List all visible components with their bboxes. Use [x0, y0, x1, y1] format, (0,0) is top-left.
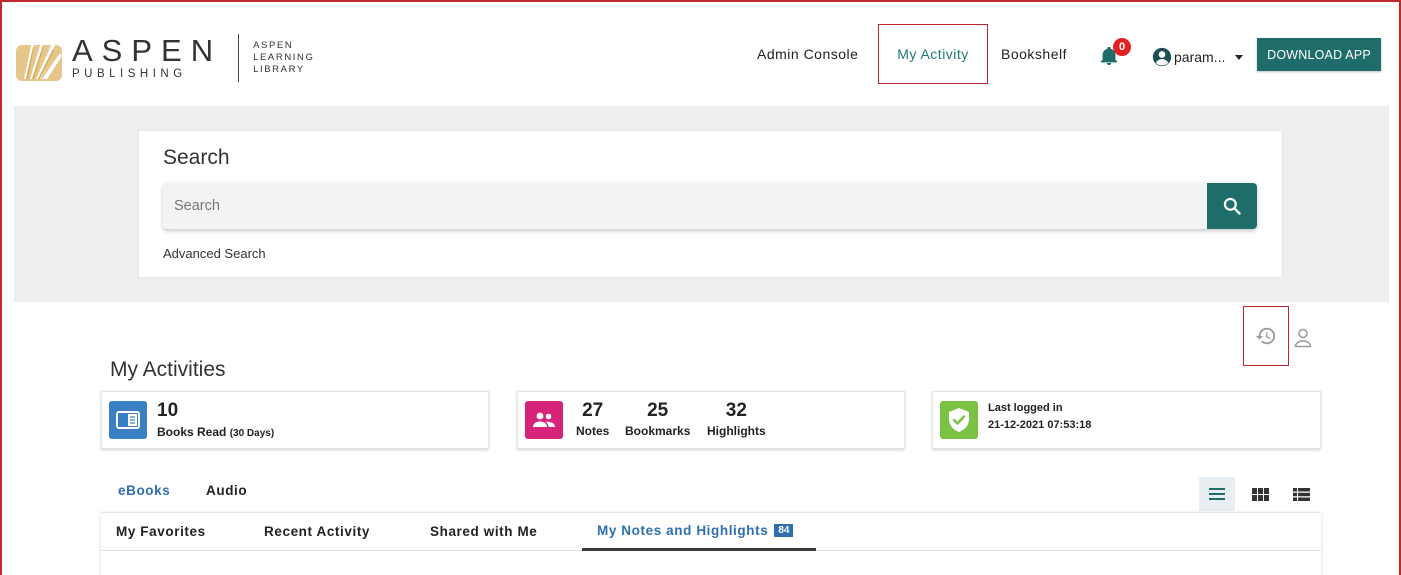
notes-stats-card: 27 Notes 25 Bookmarks 32 Highlights	[517, 391, 905, 449]
search-icon	[1223, 197, 1241, 215]
library-line-2: LEARNING	[253, 52, 315, 63]
highlights-stat: 32 Highlights	[707, 400, 766, 438]
books-read-period: (30 Days)	[229, 428, 275, 439]
subtab-row: My Favorites Recent Activity Shared with…	[101, 513, 1321, 551]
aspen-logo[interactable]: ASPEN PUBLISHING ASPEN LEARNING LIBRARY	[14, 30, 314, 86]
highlights-label: Highlights	[707, 424, 766, 438]
tab-recent-activity[interactable]: Recent Activity	[264, 524, 370, 539]
last-login-card: Last logged in 21-12-2021 07:53:18	[932, 391, 1321, 449]
user-menu[interactable]: param...	[1152, 46, 1244, 68]
advanced-search-link[interactable]: Advanced Search	[163, 246, 266, 261]
logo-divider	[238, 34, 240, 82]
tab-my-favorites[interactable]: My Favorites	[116, 524, 206, 539]
grid-view-icon	[1251, 487, 1269, 501]
notes-count-badge: 84	[774, 524, 794, 537]
books-read-label: Books Read (30 Days)	[157, 425, 274, 439]
user-avatar-icon	[1152, 47, 1172, 67]
tab-shared-with-me[interactable]: Shared with Me	[430, 524, 537, 539]
detail-list-icon	[1292, 487, 1310, 501]
brand-name: ASPEN	[72, 33, 223, 68]
book-icon	[109, 401, 147, 439]
notification-badge: 0	[1113, 38, 1131, 56]
tab-notes-label: My Notes and Highlights	[597, 523, 769, 538]
activity-subtabs: My Favorites Recent Activity Shared with…	[101, 512, 1321, 575]
last-logged-value: 21-12-2021 07:53:18	[988, 419, 1092, 431]
notes-label: Notes	[576, 424, 610, 438]
download-app-button[interactable]: DOWNLOAD APP	[1257, 38, 1381, 71]
my-activities-title: My Activities	[110, 358, 226, 381]
nav-bookshelf[interactable]: Bookshelf	[1001, 24, 1067, 84]
highlights-count: 32	[725, 400, 747, 421]
tab-ebooks[interactable]: eBooks	[118, 483, 170, 498]
library-line-3: LIBRARY	[253, 64, 305, 75]
group-icon	[525, 401, 563, 439]
nav-my-activity[interactable]: My Activity	[878, 24, 988, 84]
brand-text: ASPEN PUBLISHING	[72, 33, 223, 80]
search-input[interactable]	[163, 183, 1207, 229]
list-view-button[interactable]	[1199, 477, 1235, 511]
library-text: ASPEN LEARNING LIBRARY	[253, 40, 314, 76]
history-icon	[1255, 327, 1276, 345]
notes-stat: 27 Notes	[576, 400, 609, 438]
aspen-leaf-logo-icon	[16, 39, 62, 81]
tab-my-notes-and-highlights[interactable]: My Notes and Highlights 84	[597, 523, 794, 538]
library-line-1: ASPEN	[253, 40, 294, 51]
bookmarks-label: Bookmarks	[625, 424, 691, 438]
books-read-count: 10	[157, 400, 179, 421]
books-read-card: 10 Books Read (30 Days)	[101, 391, 489, 449]
list-view-icon	[1209, 488, 1225, 500]
grid-view-button[interactable]	[1242, 477, 1278, 511]
history-button[interactable]	[1243, 306, 1289, 366]
active-tab-indicator	[582, 548, 816, 551]
user-name: param...	[1174, 49, 1226, 65]
bookmarks-count: 25	[647, 400, 669, 421]
tab-audio[interactable]: Audio	[206, 483, 247, 498]
bookmarks-stat: 25 Bookmarks	[625, 400, 690, 438]
shield-check-icon	[940, 401, 978, 439]
notes-count: 27	[582, 400, 604, 421]
search-title: Search	[163, 146, 230, 169]
search-button[interactable]	[1207, 183, 1257, 229]
chevron-down-icon	[1235, 54, 1244, 60]
detail-view-button[interactable]	[1283, 477, 1319, 511]
brand-sub: PUBLISHING	[72, 68, 187, 80]
nav-admin-console[interactable]: Admin Console	[757, 24, 858, 84]
books-read-text: Books Read	[157, 425, 227, 439]
search-box	[163, 183, 1257, 229]
profile-icon[interactable]	[1293, 327, 1313, 349]
last-logged-label: Last logged in	[988, 402, 1063, 414]
